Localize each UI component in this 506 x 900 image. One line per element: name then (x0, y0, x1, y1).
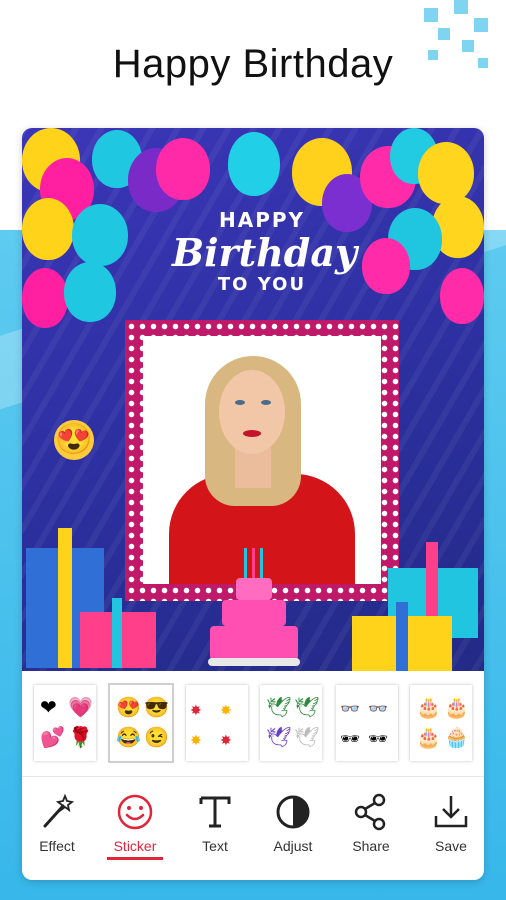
save-label: Save (435, 838, 467, 854)
smiling-hearts-emoji-sticker[interactable]: 😍 (54, 420, 94, 460)
gift-ribbon (58, 528, 72, 668)
balloon (64, 262, 116, 322)
greeting-top: HAPPY (218, 208, 305, 232)
photo-eye (261, 400, 271, 405)
greeting-main: Birthday (172, 230, 358, 275)
birthday-cake (208, 548, 300, 666)
gift-ribbon (112, 598, 122, 668)
balloon (72, 204, 128, 266)
gift-ribbon (396, 602, 408, 671)
balloon (228, 132, 280, 196)
sticker-button[interactable]: Sticker (100, 792, 170, 860)
smiley-icon (117, 794, 153, 830)
photo-face (219, 370, 285, 454)
text-label: Text (202, 838, 228, 854)
save-button[interactable]: Save (416, 792, 484, 854)
birthday-greeting: HAPPY Birthday TO YOU (172, 208, 358, 295)
page-title: Happy Birthday (112, 42, 394, 86)
photo-lips (243, 430, 261, 437)
photo-neck (235, 448, 271, 488)
portrait-photo[interactable] (143, 336, 381, 584)
share-label: Share (352, 838, 390, 854)
adjust-label: Adjust (273, 838, 313, 854)
sticker-pack-cakes[interactable]: 🎂 🎂 🎂 🧁 (410, 685, 472, 761)
greeting-bottom: TO YOU (217, 274, 307, 295)
sticker-pack-hearts[interactable]: ❤ 💗 💕 🌹 (34, 685, 96, 761)
text-button[interactable]: Text (180, 792, 250, 854)
balloon (22, 268, 68, 328)
sticker-pack-comic[interactable]: ✸ ✸ ✸ ✸ (186, 685, 248, 761)
active-tab-indicator (107, 857, 163, 860)
contrast-icon (276, 795, 310, 829)
balloon (362, 238, 410, 294)
photo-canvas[interactable]: HAPPY Birthday TO YOU 😍 (22, 128, 484, 671)
balloon (22, 198, 74, 260)
toolbar-divider (22, 776, 484, 777)
balloon (418, 142, 474, 204)
bottom-toolbar: Effect Sticker Text Adjust Share Save (22, 780, 484, 880)
effect-label: Effect (39, 838, 75, 854)
sticker-picker: ❤ 💗 💕 🌹 😍 😎 😂 😉 ✸ ✸ ✸ ✸ 🕊 🕊 🕊 🕊 👓 👓 🕶 🕶 🎂 🎂 🎂 🧁 (22, 671, 484, 771)
share-icon (354, 793, 386, 831)
adjust-button[interactable]: Adjust (258, 792, 328, 854)
text-t-icon (199, 796, 231, 828)
balloon (440, 268, 484, 324)
balloon (156, 138, 210, 200)
editor-card: HAPPY Birthday TO YOU 😍 ❤ 💗 💕 🌹 😍 😎 😂 😉 … (22, 128, 484, 880)
share-button[interactable]: Share (336, 792, 406, 854)
sticker-pack-birds[interactable]: 🕊 🕊 🕊 🕊 (260, 685, 322, 761)
sticker-pack-emoji[interactable]: 😍 😎 😂 😉 (108, 683, 174, 763)
photo-eye (235, 400, 245, 405)
sticker-pack-glasses[interactable]: 👓 👓 🕶 🕶 (336, 685, 398, 761)
download-icon (434, 796, 468, 828)
effect-button[interactable]: Effect (22, 792, 92, 854)
sticker-label: Sticker (113, 838, 157, 854)
magic-wand-icon (43, 793, 75, 828)
